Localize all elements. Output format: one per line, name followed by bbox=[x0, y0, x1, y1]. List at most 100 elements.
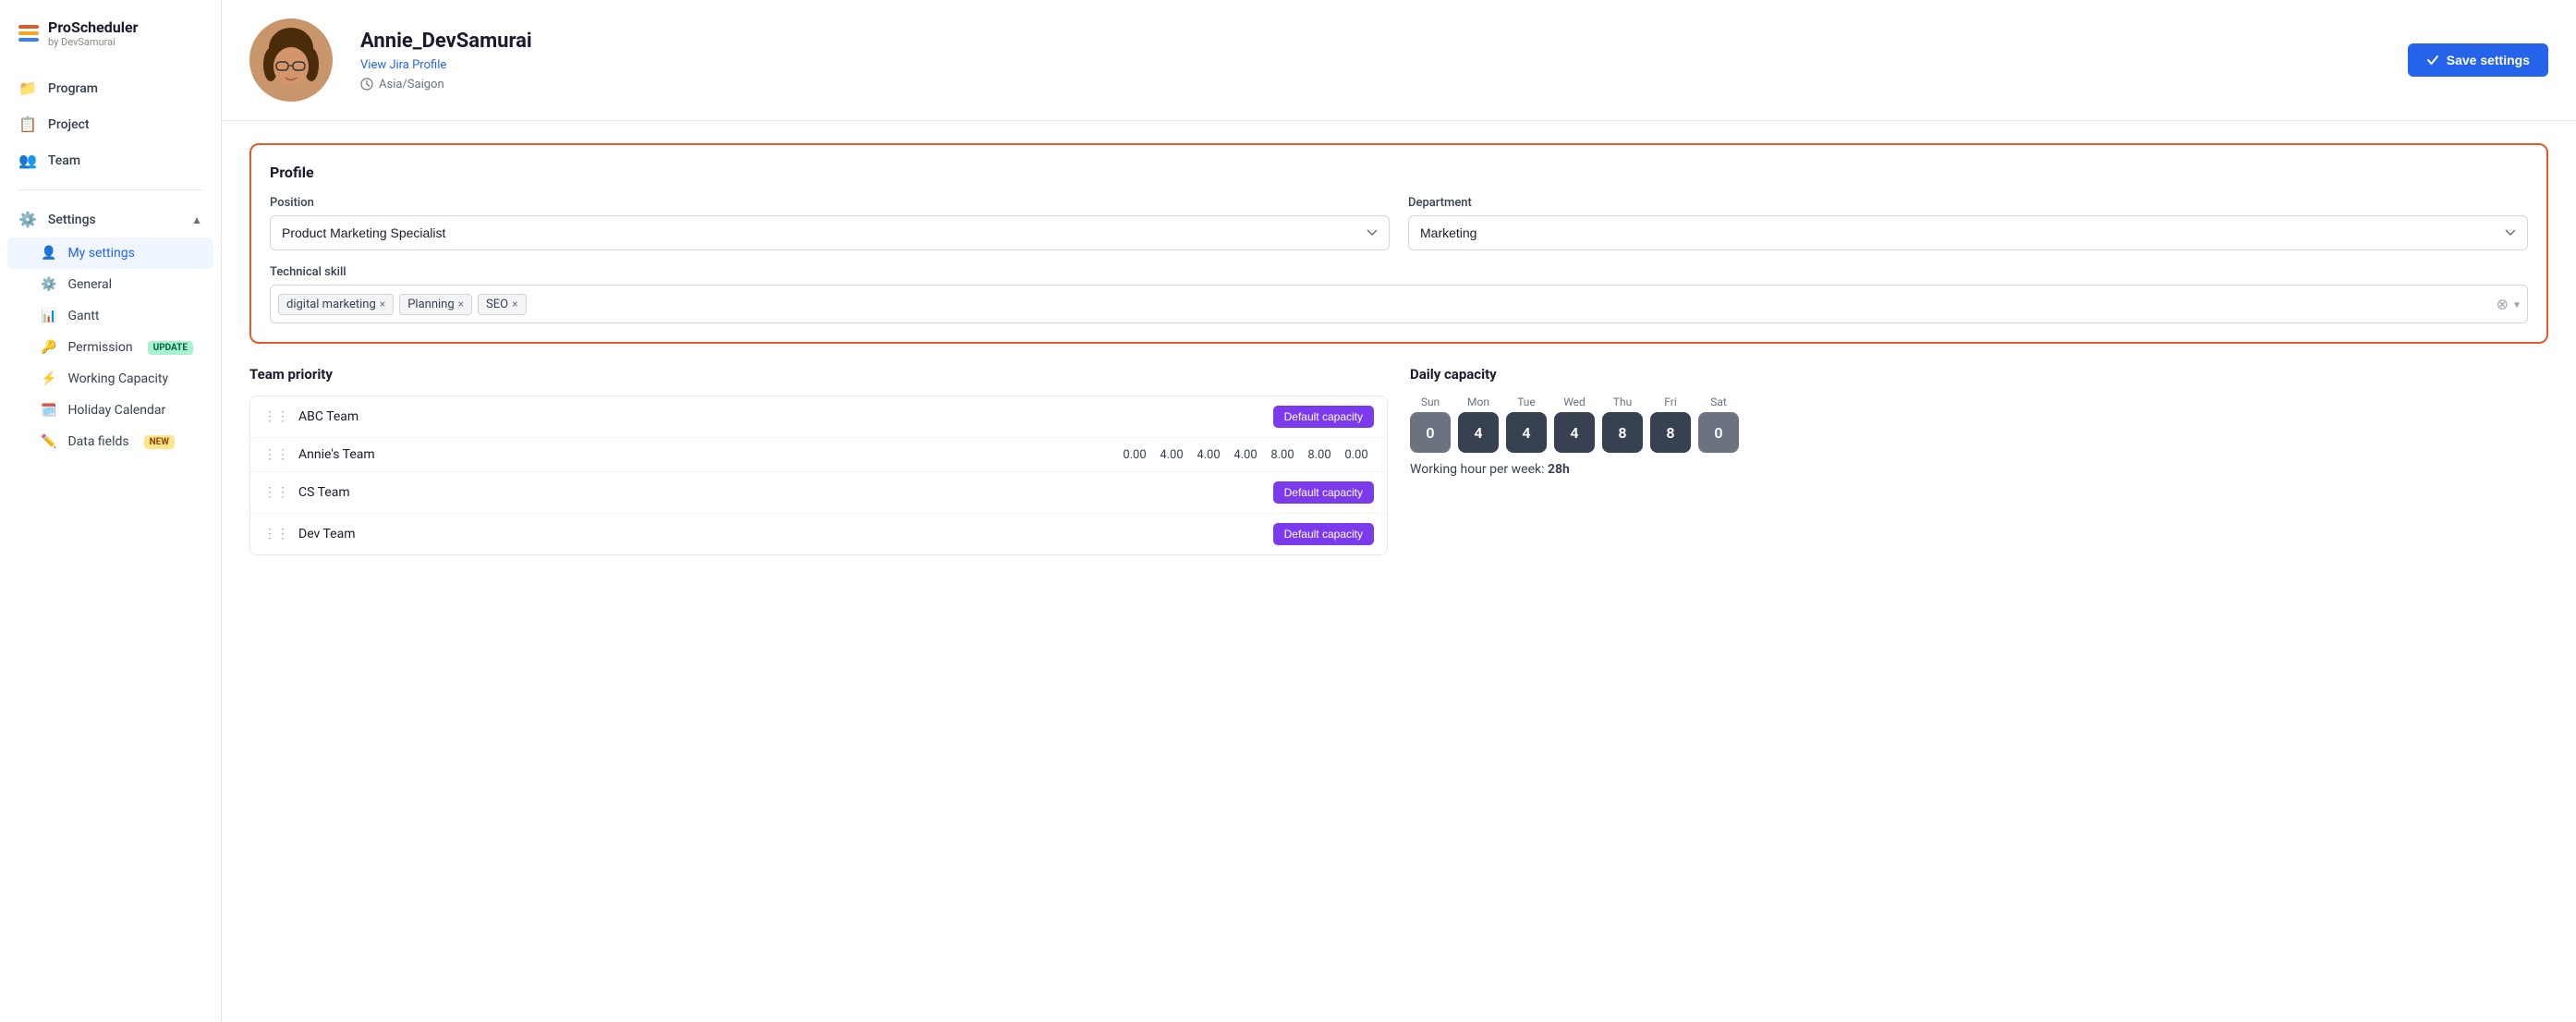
sidebar-sub-label-permission: Permission bbox=[67, 340, 132, 355]
sidebar-item-data-fields[interactable]: ✏️ Data fields NEW bbox=[0, 426, 221, 457]
team-name-annie: Annie's Team bbox=[298, 447, 1117, 462]
save-button-label: Save settings bbox=[2447, 53, 2530, 67]
skill-remove-planning[interactable]: × bbox=[458, 298, 464, 310]
bottom-row: Team priority ⋮⋮ ABC Team Default capaci… bbox=[249, 366, 2548, 555]
daily-capacity-section: Daily capacity Sun Mon Tue Wed Thu Fri S… bbox=[1410, 366, 2548, 555]
skills-group: Technical skill digital marketing × Plan… bbox=[270, 265, 2528, 323]
sidebar-item-team[interactable]: 👥 Team bbox=[0, 142, 221, 178]
clock-icon bbox=[360, 78, 373, 91]
day-box-sun[interactable]: 0 bbox=[1410, 412, 1451, 453]
working-capacity-icon: ⚡ bbox=[41, 371, 56, 386]
sidebar-item-holiday-calendar[interactable]: 🗓️ Holiday Calendar bbox=[0, 395, 221, 426]
sidebar-item-program[interactable]: 📁 Program bbox=[0, 70, 221, 106]
sidebar-sub-label-working-capacity: Working Capacity bbox=[67, 371, 168, 386]
department-select[interactable]: Marketing bbox=[1408, 215, 2528, 250]
logo-area: ProScheduler by DevSamurai bbox=[0, 18, 221, 70]
permission-icon: 🔑 bbox=[41, 340, 56, 355]
sidebar-sub-label-general: General bbox=[67, 277, 112, 292]
sidebar: ProScheduler by DevSamurai 📁 Program 📋 P… bbox=[0, 0, 222, 1022]
drag-handle-cs[interactable]: ⋮⋮ bbox=[263, 485, 289, 500]
day-box-tue[interactable]: 4 bbox=[1506, 412, 1547, 453]
team-val-5: 8.00 bbox=[1302, 448, 1337, 462]
app-name: ProScheduler bbox=[48, 18, 138, 36]
table-row: ⋮⋮ Dev Team Default capacity bbox=[250, 514, 1387, 554]
day-label-fri: Fri bbox=[1650, 395, 1691, 408]
settings-header[interactable]: ⚙️ Settings ▲ bbox=[0, 201, 221, 237]
team-name-cs: CS Team bbox=[298, 485, 1273, 500]
timezone-display: Asia/Saigon bbox=[360, 78, 532, 91]
skill-label-digital-marketing: digital marketing bbox=[286, 298, 376, 311]
default-capacity-btn-abc[interactable]: Default capacity bbox=[1273, 406, 1374, 428]
skills-dropdown-icon[interactable]: ▾ bbox=[2514, 298, 2520, 310]
position-select[interactable]: Product Marketing Specialist bbox=[270, 215, 1390, 250]
sidebar-divider bbox=[18, 189, 202, 190]
permission-badge: UPDATE bbox=[148, 341, 193, 355]
sidebar-item-label-project: Project bbox=[48, 117, 90, 132]
department-group: Department Marketing bbox=[1408, 196, 2528, 250]
working-hours: Working hour per week: 28h bbox=[1410, 462, 2548, 477]
gantt-icon: 📊 bbox=[41, 309, 56, 323]
sidebar-item-general[interactable]: ⚙️ General bbox=[0, 269, 221, 300]
sidebar-item-label-program: Program bbox=[48, 81, 98, 96]
team-list: ⋮⋮ ABC Team Default capacity ⋮⋮ Annie's … bbox=[249, 395, 1388, 555]
general-icon: ⚙️ bbox=[41, 277, 56, 292]
sidebar-item-permission[interactable]: 🔑 Permission UPDATE bbox=[0, 332, 221, 363]
project-icon: 📋 bbox=[18, 116, 37, 133]
day-label-sun: Sun bbox=[1410, 395, 1451, 408]
holiday-calendar-icon: 🗓️ bbox=[41, 403, 56, 418]
data-fields-badge: NEW bbox=[144, 435, 175, 449]
team-val-3: 4.00 bbox=[1228, 448, 1263, 462]
working-hours-value: 28h bbox=[1548, 462, 1570, 477]
default-capacity-btn-dev[interactable]: Default capacity bbox=[1273, 523, 1374, 545]
settings-expand-icon: ▲ bbox=[191, 213, 202, 226]
drag-handle-dev[interactable]: ⋮⋮ bbox=[263, 527, 289, 541]
settings-label: Settings bbox=[48, 213, 96, 227]
profile-header: Annie_DevSamurai View Jira Profile Asia/… bbox=[222, 0, 2576, 121]
sidebar-sub-label-holiday-calendar: Holiday Calendar bbox=[67, 403, 165, 418]
sidebar-item-my-settings[interactable]: 👤 My settings bbox=[7, 237, 213, 269]
drag-handle-annie[interactable]: ⋮⋮ bbox=[263, 447, 289, 462]
position-label: Position bbox=[270, 196, 1390, 210]
table-row: ⋮⋮ ABC Team Default capacity bbox=[250, 396, 1387, 438]
skill-remove-digital-marketing[interactable]: × bbox=[380, 298, 385, 310]
sidebar-item-label-team: Team bbox=[48, 153, 80, 168]
sidebar-item-gantt[interactable]: 📊 Gantt bbox=[0, 300, 221, 332]
sidebar-sub-label-data-fields: Data fields bbox=[67, 434, 128, 449]
skills-field[interactable]: digital marketing × Planning × SEO × ⊗ ▾ bbox=[270, 285, 2528, 323]
position-group: Position Product Marketing Specialist bbox=[270, 196, 1390, 250]
team-icon: 👥 bbox=[18, 152, 37, 169]
default-capacity-btn-cs[interactable]: Default capacity bbox=[1273, 481, 1374, 504]
save-settings-button[interactable]: Save settings bbox=[2408, 43, 2548, 77]
day-box-sat[interactable]: 0 bbox=[1698, 412, 1739, 453]
program-icon: 📁 bbox=[18, 79, 37, 97]
team-val-0: 0.00 bbox=[1117, 448, 1152, 462]
day-box-mon[interactable]: 4 bbox=[1458, 412, 1499, 453]
daily-capacity-title: Daily capacity bbox=[1410, 366, 2548, 383]
logo-text-wrap: ProScheduler by DevSamurai bbox=[48, 18, 138, 48]
logo-bar-orange bbox=[18, 31, 39, 35]
day-label-tue: Tue bbox=[1506, 395, 1547, 408]
skills-clear-icon[interactable]: ⊗ bbox=[2497, 296, 2509, 313]
skill-tag-planning: Planning × bbox=[399, 294, 472, 315]
jira-profile-link[interactable]: View Jira Profile bbox=[360, 58, 532, 72]
sidebar-sub-label-my-settings: My settings bbox=[67, 246, 134, 261]
team-name-dev: Dev Team bbox=[298, 527, 1273, 541]
table-row: ⋮⋮ Annie's Team 0.00 4.00 4.00 4.00 8.00… bbox=[250, 438, 1387, 472]
data-fields-icon: ✏️ bbox=[41, 434, 56, 449]
sidebar-item-working-capacity[interactable]: ⚡ Working Capacity bbox=[0, 363, 221, 395]
profile-form-row: Position Product Marketing Specialist De… bbox=[270, 196, 2528, 250]
sidebar-item-project[interactable]: 📋 Project bbox=[0, 106, 221, 142]
day-box-wed[interactable]: 4 bbox=[1554, 412, 1595, 453]
skill-remove-seo[interactable]: × bbox=[512, 298, 517, 310]
team-values-annie: 0.00 4.00 4.00 4.00 8.00 8.00 0.00 bbox=[1117, 448, 1374, 462]
team-priority-section: Team priority ⋮⋮ ABC Team Default capaci… bbox=[249, 366, 1388, 555]
day-box-fri[interactable]: 8 bbox=[1650, 412, 1691, 453]
drag-handle-abc[interactable]: ⋮⋮ bbox=[263, 409, 289, 424]
team-priority-title: Team priority bbox=[249, 366, 1388, 383]
day-box-thu[interactable]: 8 bbox=[1602, 412, 1643, 453]
day-label-mon: Mon bbox=[1458, 395, 1499, 408]
check-icon bbox=[2426, 54, 2439, 67]
day-label-row: Sun Mon Tue Wed Thu Fri Sat bbox=[1410, 395, 2548, 408]
app-byline: by DevSamurai bbox=[48, 36, 138, 48]
logo-icon bbox=[18, 25, 39, 42]
